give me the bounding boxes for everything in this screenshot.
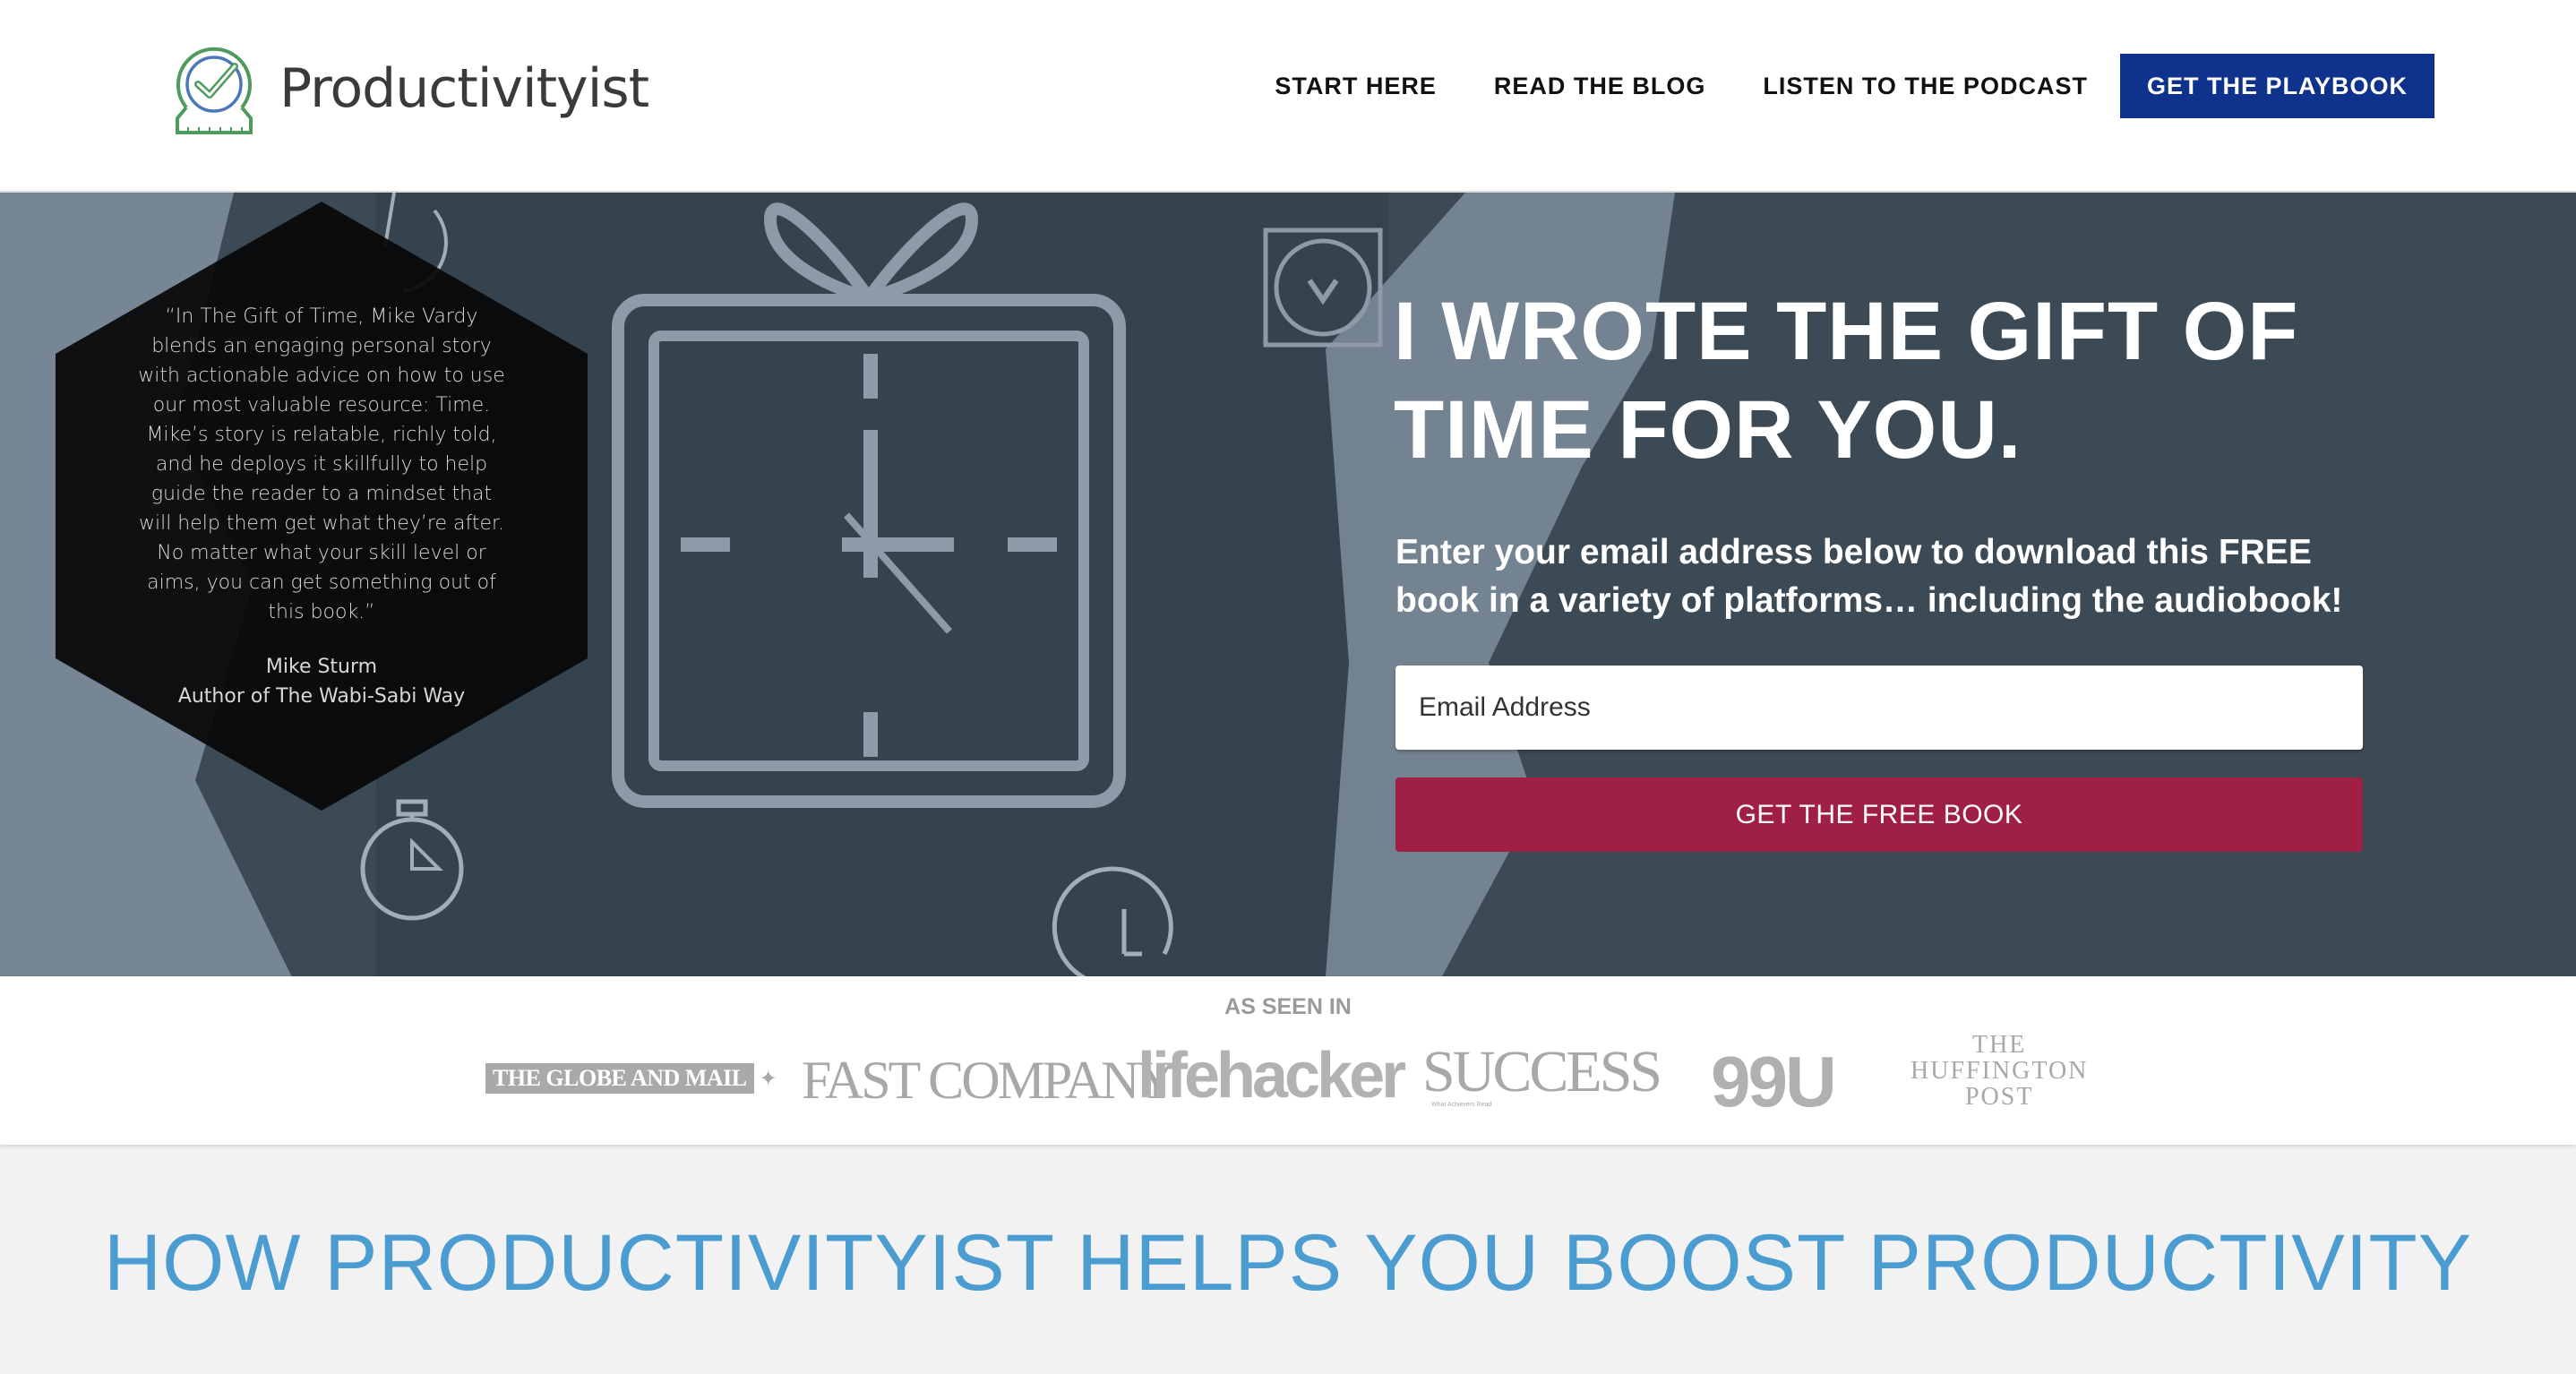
maple-leaf-icon: ✦ <box>759 1066 777 1091</box>
main-nav: START HERE READ THE BLOG LISTEN TO THE P… <box>1217 54 2434 118</box>
success-tagline: What Achievers Read <box>1431 1102 1492 1108</box>
testimonial-quote: “In The Gift of Time, Mike Vardy blends … <box>138 305 505 623</box>
get-free-book-button[interactable]: GET THE FREE BOOK <box>1395 777 2363 852</box>
section-title: HOW PRODUCTIVITYIST HELPS YOU BOOST PROD… <box>103 1217 2473 1307</box>
lifehacker-logo: lifehacker <box>1138 1040 1406 1112</box>
testimonial-author-title: Author of The Wabi-Sabi Way <box>177 684 466 708</box>
checkmark-clock-icon <box>176 47 253 134</box>
nav-read-the-blog[interactable]: READ THE BLOG <box>1494 73 1706 100</box>
press-section: AS SEEN IN THE GLOBE AND MAIL ✦ FAST COM… <box>0 976 2576 1145</box>
logo-wordmark: Productivityist <box>279 57 649 120</box>
hero-section: “In The Gift of Time, Mike Vardy blends … <box>0 193 2576 976</box>
stopwatch-icon <box>360 799 464 921</box>
gift-clock-icon <box>612 202 1126 808</box>
testimonial-author: Mike Sturm Author of The Wabi-Sabi Way <box>178 652 465 711</box>
testimonial-author-name: Mike Sturm <box>265 655 378 678</box>
site-header: Productivityist START HERE READ THE BLOG… <box>0 0 2576 193</box>
huffington-line-2: HUFFINGTON <box>1911 1057 2089 1085</box>
site-logo[interactable]: Productivityist <box>168 41 649 136</box>
wall-clock-icon <box>1263 228 1383 348</box>
fast-company-logo: FAST COMPANY <box>802 1051 1176 1110</box>
press-label: AS SEEN IN <box>1224 994 1352 1019</box>
99u-logo: 99U <box>1711 1042 1837 1121</box>
email-field[interactable] <box>1395 666 2363 750</box>
timer-icon <box>1052 866 1173 976</box>
success-wordmark: SUCCESS <box>1422 1039 1662 1104</box>
press-logos: THE GLOBE AND MAIL ✦ FAST COMPANY lifeha… <box>0 1032 2576 1121</box>
huffington-post-logo: THE HUFFINGTON POST <box>1911 1032 2088 1110</box>
nav-listen-to-the-podcast[interactable]: LISTEN TO THE PODCAST <box>1763 73 2088 100</box>
nav-start-here[interactable]: START HERE <box>1275 73 1437 100</box>
globe-and-mail-wordmark: THE GLOBE AND MAIL <box>485 1063 754 1094</box>
success-logo: SUCCESS What Achievers Read <box>1422 1039 1662 1109</box>
globe-and-mail-logo: THE GLOBE AND MAIL ✦ <box>485 1061 777 1095</box>
get-the-playbook-button[interactable]: GET THE PLAYBOOK <box>2119 54 2434 118</box>
huffington-line-1: THE <box>1971 1031 2027 1059</box>
hero-subtext: Enter your email address below to downlo… <box>1395 533 2343 620</box>
hero-headline: I WROTE THE GIFT OF TIME FOR YOU. <box>1394 286 2299 476</box>
huffington-line-3: POST <box>1964 1083 2034 1111</box>
